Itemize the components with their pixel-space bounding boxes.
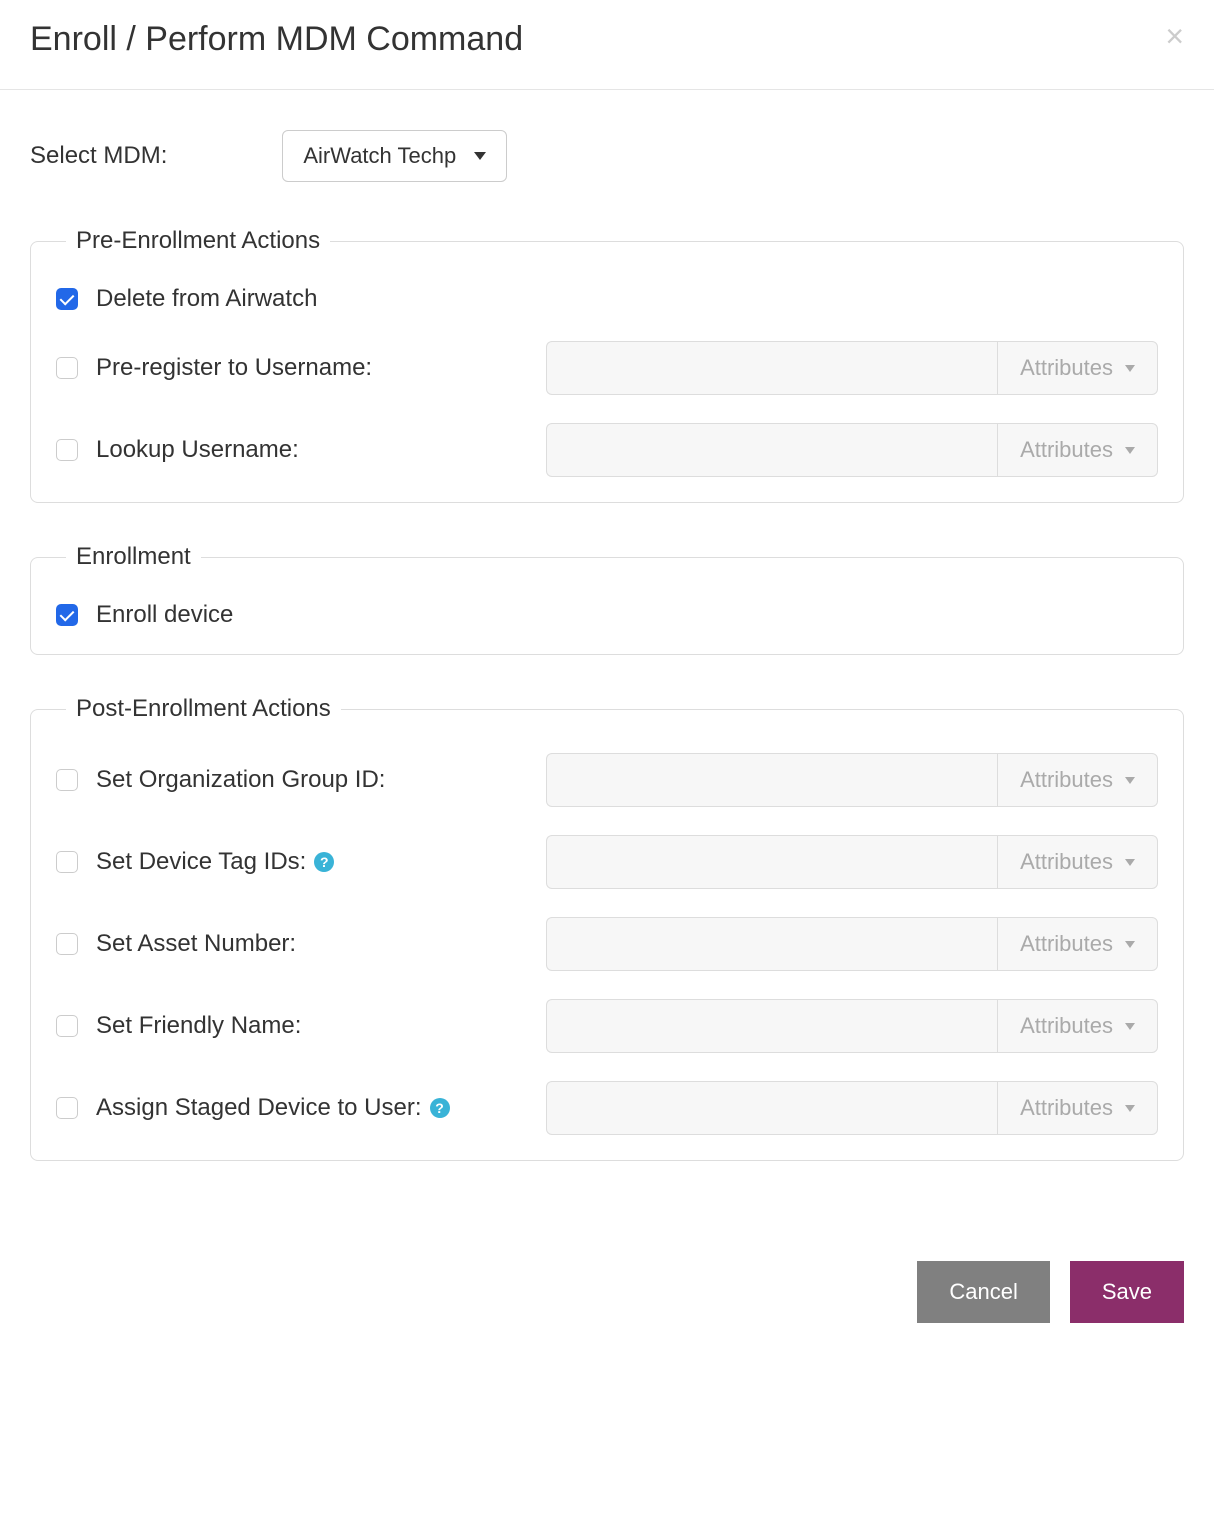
set-device-tag-checkbox[interactable] [56,851,78,873]
help-icon[interactable]: ? [430,1098,450,1118]
modal-header: Enroll / Perform MDM Command × [0,0,1214,90]
cancel-button[interactable]: Cancel [917,1261,1049,1323]
modal-footer: Cancel Save [0,1231,1214,1353]
attributes-dropdown[interactable]: Attributes [997,835,1158,889]
checkbox-wrap: Lookup Username: [56,436,546,464]
checkbox-label: Set Organization Group ID: [96,766,385,794]
checkbox-label: Lookup Username: [96,436,299,464]
checkbox-wrap: Set Asset Number: [56,930,546,958]
checkbox-label: Pre-register to Username: [96,354,372,382]
checkbox-label: Set Device Tag IDs: ? [96,848,334,876]
pre-register-username-input[interactable] [546,341,997,395]
enrollment-legend: Enrollment [66,543,201,571]
input-group: Attributes [546,423,1158,477]
checkbox-wrap: Pre-register to Username: [56,354,546,382]
chevron-down-icon [1125,1105,1135,1112]
checkbox-wrap: Set Organization Group ID: [56,766,546,794]
attributes-dropdown[interactable]: Attributes [997,1081,1158,1135]
chevron-down-icon [1125,365,1135,372]
select-mdm-label: Select MDM: [30,142,167,170]
checkbox-label: Set Friendly Name: [96,1012,301,1040]
attributes-label: Attributes [1020,767,1113,793]
chevron-down-icon [1125,859,1135,866]
input-group: Attributes [546,1081,1158,1135]
pre-register-username-checkbox[interactable] [56,357,78,379]
chevron-down-icon [1125,447,1135,454]
form-row: Set Device Tag IDs: ? Attributes [56,835,1158,889]
form-row: Set Friendly Name: Attributes [56,999,1158,1053]
assign-staged-device-input[interactable] [546,1081,997,1135]
chevron-down-icon [474,152,486,160]
enrollment-fieldset: Enrollment Enroll device [30,543,1184,655]
lookup-username-checkbox[interactable] [56,439,78,461]
checkbox-wrap: Assign Staged Device to User: ? [56,1094,546,1122]
close-icon[interactable]: × [1165,20,1184,52]
checkbox-label: Enroll device [96,601,233,629]
select-mdm-row: Select MDM: AirWatch Techp [30,130,1184,182]
attributes-label: Attributes [1020,931,1113,957]
checkbox-wrap: Set Friendly Name: [56,1012,546,1040]
input-group: Attributes [546,917,1158,971]
post-enrollment-legend: Post-Enrollment Actions [66,695,341,723]
input-group: Attributes [546,341,1158,395]
form-row: Lookup Username: Attributes [56,423,1158,477]
attributes-dropdown[interactable]: Attributes [997,917,1158,971]
set-device-tag-input[interactable] [546,835,997,889]
chevron-down-icon [1125,1023,1135,1030]
input-group: Attributes [546,835,1158,889]
attributes-label: Attributes [1020,437,1113,463]
form-row: Set Asset Number: Attributes [56,917,1158,971]
pre-enrollment-legend: Pre-Enrollment Actions [66,227,330,255]
chevron-down-icon [1125,941,1135,948]
set-asset-number-checkbox[interactable] [56,933,78,955]
attributes-dropdown[interactable]: Attributes [997,999,1158,1053]
pre-enrollment-fieldset: Pre-Enrollment Actions Delete from Airwa… [30,227,1184,503]
delete-from-airwatch-checkbox[interactable] [56,288,78,310]
set-org-group-input[interactable] [546,753,997,807]
form-row: Enroll device [56,601,1158,629]
checkbox-label: Set Asset Number: [96,930,296,958]
select-mdm-dropdown[interactable]: AirWatch Techp [282,130,507,182]
label-text: Assign Staged Device to User: [96,1094,422,1122]
form-row: Delete from Airwatch [56,285,1158,313]
checkbox-wrap: Delete from Airwatch [56,285,546,313]
input-group: Attributes [546,999,1158,1053]
modal-title: Enroll / Perform MDM Command [30,20,523,59]
lookup-username-input[interactable] [546,423,997,477]
label-text: Set Device Tag IDs: [96,848,306,876]
save-button[interactable]: Save [1070,1261,1184,1323]
help-icon[interactable]: ? [314,852,334,872]
attributes-dropdown[interactable]: Attributes [997,341,1158,395]
attributes-dropdown[interactable]: Attributes [997,423,1158,477]
checkbox-wrap: Enroll device [56,601,546,629]
form-row: Set Organization Group ID: Attributes [56,753,1158,807]
set-friendly-name-input[interactable] [546,999,997,1053]
chevron-down-icon [1125,777,1135,784]
attributes-dropdown[interactable]: Attributes [997,753,1158,807]
form-row: Pre-register to Username: Attributes [56,341,1158,395]
select-mdm-value: AirWatch Techp [303,143,456,169]
attributes-label: Attributes [1020,849,1113,875]
set-org-group-checkbox[interactable] [56,769,78,791]
form-row: Assign Staged Device to User: ? Attribut… [56,1081,1158,1135]
checkbox-wrap: Set Device Tag IDs: ? [56,848,546,876]
input-group: Attributes [546,753,1158,807]
assign-staged-device-checkbox[interactable] [56,1097,78,1119]
attributes-label: Attributes [1020,1013,1113,1039]
attributes-label: Attributes [1020,355,1113,381]
modal-body: Select MDM: AirWatch Techp Pre-Enrollmen… [0,90,1214,1231]
attributes-label: Attributes [1020,1095,1113,1121]
post-enrollment-fieldset: Post-Enrollment Actions Set Organization… [30,695,1184,1161]
set-friendly-name-checkbox[interactable] [56,1015,78,1037]
set-asset-number-input[interactable] [546,917,997,971]
checkbox-label: Assign Staged Device to User: ? [96,1094,450,1122]
checkbox-label: Delete from Airwatch [96,285,317,313]
enroll-device-checkbox[interactable] [56,604,78,626]
